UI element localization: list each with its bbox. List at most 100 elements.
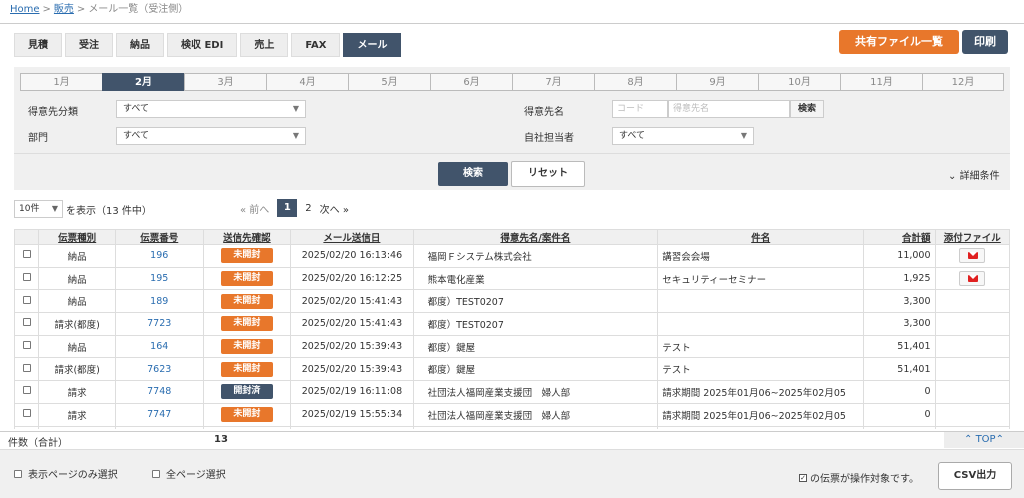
row-checkbox-cell — [14, 357, 40, 382]
row-customer: 熊本電化産業 — [412, 267, 659, 291]
month-5[interactable]: 5月 — [348, 73, 430, 91]
select-page-checkbox[interactable] — [14, 469, 22, 478]
row-checkbox[interactable] — [22, 386, 31, 395]
header-type[interactable]: 伝票種別 — [38, 229, 116, 245]
to-top-link[interactable]: ⌃ TOP⌃ — [944, 432, 1024, 448]
per-page-select[interactable]: 10件 ▼ — [14, 200, 63, 218]
detail-conditions-toggle[interactable]: ⌄ 詳細条件 — [948, 167, 1000, 182]
department-select[interactable]: すべて ▼ — [116, 127, 306, 145]
row-checkbox[interactable] — [22, 250, 31, 259]
month-4[interactable]: 4月 — [266, 73, 348, 91]
staff-select[interactable]: すべて ▼ — [612, 127, 754, 145]
table-row[interactable]: 納品 189 未開封 2025/02/20 15:41:43 都度）TEST0207 3,… — [14, 289, 1010, 314]
current-page[interactable]: 1 — [277, 199, 298, 217]
row-total: 0 — [863, 403, 936, 427]
row-total: 0 — [863, 380, 936, 404]
row-checkbox[interactable] — [22, 295, 31, 304]
row-number-link[interactable]: 196 — [150, 250, 168, 261]
table-header: 伝票種別 伝票番号 送信先確認 メール送信日 得意先名/案件名 件名 合計額 添… — [14, 229, 1010, 245]
tab-sales[interactable]: 売上 — [240, 33, 289, 57]
mail-icon[interactable] — [959, 248, 986, 264]
header-customer[interactable]: 得意先名/案件名 — [412, 229, 659, 245]
tab-mail[interactable]: メール — [343, 33, 402, 57]
row-number-link[interactable]: 7747 — [147, 409, 171, 420]
row-number-link[interactable]: 7748 — [147, 386, 171, 397]
page-2-link[interactable]: 2 — [305, 203, 311, 214]
search-button[interactable]: 検索 — [438, 162, 508, 186]
row-status-cell: 開封済 — [202, 426, 292, 429]
tab-order[interactable]: 受注 — [65, 33, 113, 57]
select-all-option[interactable]: 全ページ選択 — [152, 466, 226, 481]
month-10[interactable]: 10月 — [758, 73, 840, 91]
row-type: 請求 — [38, 403, 116, 427]
row-number-link[interactable]: 7623 — [147, 364, 171, 375]
tab-fax[interactable]: FAX — [291, 33, 341, 57]
month-1[interactable]: 1月 — [20, 73, 102, 91]
row-checkbox-cell — [14, 335, 40, 359]
print-button[interactable]: 印刷 — [962, 30, 1008, 54]
table-row[interactable]: 請求(都度) 7723 未開封 2025/02/20 15:41:43 都度）TEST0… — [14, 312, 1010, 336]
breadcrumb-sales[interactable]: 販売 — [54, 4, 74, 15]
tab-inspection-edi[interactable]: 検収 EDI — [167, 33, 238, 57]
csv-export-button[interactable]: CSV出力 — [938, 462, 1012, 490]
row-number-link[interactable]: 7723 — [147, 318, 171, 329]
header-sent-date[interactable]: メール送信日 — [290, 229, 414, 245]
month-8[interactable]: 8月 — [594, 73, 676, 91]
breadcrumb-current: メール一覧（受注側） — [88, 4, 189, 15]
row-number-link[interactable]: 189 — [150, 296, 168, 307]
reset-button[interactable]: リセット — [511, 161, 585, 187]
status-badge[interactable]: 未開封 — [220, 271, 273, 287]
month-6[interactable]: 6月 — [430, 73, 512, 91]
header-total[interactable]: 合計額 — [863, 229, 936, 245]
status-badge[interactable]: 開封済 — [220, 384, 273, 400]
select-all-checkbox[interactable] — [152, 469, 160, 478]
table-row[interactable]: 納品 195 未開封 2025/02/20 16:12:25 熊本電化産業 セキュリティー… — [14, 267, 1010, 291]
table-row[interactable]: 請求 7747 未開封 2025/02/19 15:55:34 社団法人福岡産業支援団 … — [14, 403, 1010, 427]
month-3[interactable]: 3月 — [184, 73, 266, 91]
customer-lookup-button[interactable]: 検索 — [790, 100, 824, 118]
prev-page-link[interactable]: « 前へ — [240, 201, 269, 216]
month-2[interactable]: 2月 — [102, 73, 184, 91]
table-row[interactable]: 請求7746開封済2025/02/19 15:50:12社団法人福岡産業支援団 … — [14, 426, 1010, 429]
month-9[interactable]: 9月 — [676, 73, 758, 91]
row-checkbox[interactable] — [22, 409, 31, 418]
row-checkbox[interactable] — [22, 273, 31, 282]
status-badge[interactable]: 未開封 — [220, 248, 273, 264]
status-badge[interactable]: 未開封 — [220, 339, 273, 355]
mail-table: 伝票種別 伝票番号 送信先確認 メール送信日 得意先名/案件名 件名 合計額 添… — [14, 229, 1010, 429]
header-attachment[interactable]: 添付ファイル — [934, 229, 1010, 245]
row-number-link[interactable]: 195 — [150, 273, 168, 284]
month-11[interactable]: 11月 — [840, 73, 922, 91]
mail-icon[interactable] — [959, 271, 986, 287]
header-recipient-status[interactable]: 送信先確認 — [202, 229, 292, 245]
row-checkbox-cell — [14, 267, 40, 291]
status-badge[interactable]: 未開封 — [220, 293, 273, 309]
tab-delivery[interactable]: 納品 — [116, 33, 164, 57]
customer-code-input[interactable]: コード — [612, 100, 668, 118]
shared-files-button[interactable]: 共有ファイル一覧 — [839, 30, 959, 54]
row-checkbox[interactable] — [22, 363, 31, 372]
select-page-label: 表示ページのみ選択 — [28, 470, 118, 481]
row-number-link[interactable]: 164 — [150, 341, 168, 352]
table-row[interactable]: 請求(都度) 7623 未開封 2025/02/20 15:39:43 都度）鍵屋 テスト… — [14, 357, 1010, 382]
customer-name-input[interactable]: 得意先名 — [668, 100, 790, 118]
customer-category-select[interactable]: すべて ▼ — [116, 100, 306, 118]
table-row[interactable]: 納品 164 未開封 2025/02/20 15:39:43 都度）鍵屋 テスト 51,40… — [14, 335, 1010, 359]
header-number[interactable]: 伝票番号 — [114, 229, 204, 245]
table-row[interactable]: 納品 196 未開封 2025/02/20 16:13:46 福岡Ｆシステム株式会社 講習… — [14, 244, 1010, 268]
select-page-option[interactable]: 表示ページのみ選択 — [14, 466, 118, 481]
month-12[interactable]: 12月 — [922, 73, 1004, 91]
table-row[interactable]: 請求 7748 開封済 2025/02/19 16:11:08 社団法人福岡産業支援団 … — [14, 380, 1010, 404]
result-count-text: を表示（13 件中） — [66, 206, 152, 217]
status-badge[interactable]: 未開封 — [220, 407, 273, 423]
breadcrumb-home[interactable]: Home — [10, 4, 40, 15]
next-page-link[interactable]: 次へ » — [320, 201, 349, 216]
header-subject[interactable]: 件名 — [657, 229, 865, 245]
row-checkbox[interactable] — [22, 341, 31, 350]
status-badge[interactable]: 未開封 — [220, 316, 273, 332]
row-number-cell: 7748 — [114, 380, 204, 404]
row-checkbox[interactable] — [22, 318, 31, 327]
tab-estimate[interactable]: 見積 — [14, 33, 62, 57]
month-7[interactable]: 7月 — [512, 73, 594, 91]
status-badge[interactable]: 未開封 — [220, 361, 273, 377]
